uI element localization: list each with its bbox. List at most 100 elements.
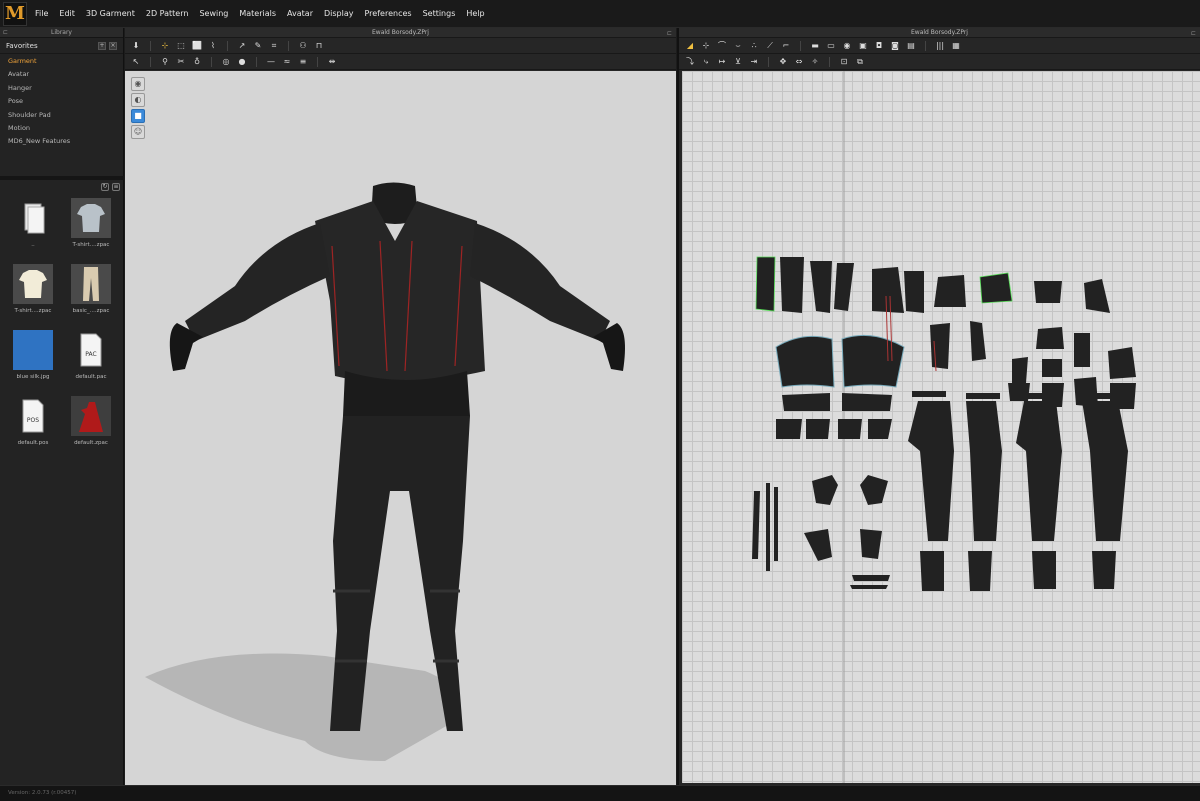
fold-icon[interactable]: ✥ bbox=[778, 57, 788, 67]
viewport-2d[interactable] bbox=[682, 71, 1200, 783]
favorite-item-md6-new-features[interactable]: MD6_New Features bbox=[0, 135, 123, 148]
select-mesh-icon[interactable]: ⬚ bbox=[176, 41, 186, 51]
slash-spread-icon[interactable]: ⌐ bbox=[781, 41, 791, 51]
menu-display[interactable]: Display bbox=[324, 9, 354, 18]
menu-help[interactable]: Help bbox=[466, 9, 484, 18]
menu-edit[interactable]: Edit bbox=[59, 9, 75, 18]
maximize-icon[interactable]: ⊏ bbox=[667, 29, 672, 39]
panel-3d-garment: Ewald Borsody.ZPrj ⊏ ⬇ ⊹ ⬚ ⬜ ⌇ ↗ ✎ ⌗ ⚇ ⊓… bbox=[125, 28, 676, 785]
arrange-icon[interactable]: ✧ bbox=[810, 57, 820, 67]
refresh-icon[interactable]: ↻ bbox=[101, 183, 109, 191]
file-item[interactable]: basic_....zpac bbox=[62, 262, 120, 324]
app-logo: M bbox=[3, 1, 27, 26]
collapse-icon[interactable]: ⊏ bbox=[3, 28, 8, 38]
free-sewing-icon[interactable]: ⤷ bbox=[701, 57, 711, 67]
favorite-item-motion[interactable]: Motion bbox=[0, 122, 123, 135]
trim-icon[interactable]: ≡ bbox=[298, 57, 308, 67]
menu-settings[interactable]: Settings bbox=[423, 9, 456, 18]
menu-materials[interactable]: Materials bbox=[239, 9, 276, 18]
library-title: Library bbox=[51, 29, 72, 36]
maximize-icon[interactable]: ⊏ bbox=[1191, 29, 1196, 39]
tshirt-white-thumb bbox=[13, 264, 53, 304]
favorite-item-hanger[interactable]: Hanger bbox=[0, 82, 123, 95]
circle-icon[interactable]: ◉ bbox=[842, 41, 852, 51]
file-item[interactable]: default.zpac bbox=[62, 394, 120, 456]
file-item[interactable]: T-shirt....zpac bbox=[62, 196, 120, 258]
pattern-piece bbox=[930, 323, 950, 369]
simulate-icon[interactable]: ⚲ bbox=[160, 57, 170, 67]
file-name: T-shirt....zpac bbox=[72, 242, 110, 248]
pattern-piece bbox=[842, 393, 892, 411]
viewport-3d[interactable]: ◉ ◐ ■ ☺ bbox=[125, 71, 676, 785]
favorite-item-garment[interactable]: Garment bbox=[0, 55, 123, 68]
pattern-piece bbox=[1016, 401, 1062, 541]
pattern-piece bbox=[1074, 333, 1090, 367]
pattern-piece bbox=[776, 419, 802, 439]
symmetry-icon[interactable]: ⇔ bbox=[794, 57, 804, 67]
curve-point-icon[interactable]: ⌣ bbox=[733, 41, 743, 51]
list-view-icon[interactable]: ≡ bbox=[112, 183, 120, 191]
favorite-item-pose[interactable]: Pose bbox=[0, 95, 123, 108]
toolbar-3d-row1: ⬇ ⊹ ⬚ ⬜ ⌇ ↗ ✎ ⌗ ⚇ ⊓ bbox=[125, 38, 676, 54]
toolbar-2d-row2: ⤵ ⤷ ↦ ⊻ ⇥ ✥ ⇔ ✧ ⊡ ⧉ bbox=[679, 54, 1200, 70]
grading-icon[interactable]: ▦ bbox=[951, 41, 961, 51]
point-icon[interactable]: ● bbox=[237, 57, 247, 67]
pattern-piece bbox=[908, 401, 954, 541]
segment-sewing-icon[interactable]: ⤵ bbox=[685, 57, 695, 67]
pattern-piece bbox=[752, 483, 778, 571]
menu-3d-garment[interactable]: 3D Garment bbox=[86, 9, 135, 18]
edit-curve-icon[interactable]: ⌒ bbox=[717, 41, 727, 51]
texture-edit-icon[interactable]: ⊡ bbox=[839, 57, 849, 67]
menu-sewing[interactable]: Sewing bbox=[199, 9, 228, 18]
file-item[interactable]: .. bbox=[4, 196, 62, 258]
edit-sewing-2d-icon[interactable]: ⇥ bbox=[749, 57, 759, 67]
folding-icon[interactable]: ⊓ bbox=[314, 41, 324, 51]
internal-rect-icon[interactable]: ◘ bbox=[874, 41, 884, 51]
zipper-icon[interactable]: ⇹ bbox=[327, 57, 337, 67]
menu-file[interactable]: File bbox=[35, 9, 48, 18]
seam-icon[interactable]: ♁ bbox=[192, 57, 202, 67]
favorite-item-shoulder-pad[interactable]: Shoulder Pad bbox=[0, 109, 123, 122]
add-point-icon[interactable]: ∴ bbox=[749, 41, 759, 51]
topstitch-icon[interactable]: ≈ bbox=[282, 57, 292, 67]
internal-circle-icon[interactable]: ◙ bbox=[890, 41, 900, 51]
folder-up-icon bbox=[13, 198, 53, 238]
brush-icon[interactable]: ✎ bbox=[253, 41, 263, 51]
dart-icon[interactable]: ▤ bbox=[906, 41, 916, 51]
pac-tag: PAC bbox=[85, 351, 96, 358]
check-sewing-icon[interactable]: ⊻ bbox=[733, 57, 743, 67]
add-favorite-icon[interactable]: + bbox=[98, 41, 106, 50]
file-item[interactable]: T-shirt....zpac bbox=[4, 262, 62, 324]
rectangle-icon[interactable]: ▭ bbox=[826, 41, 836, 51]
pin-icon[interactable]: ↗ bbox=[237, 41, 247, 51]
edit-sewing-icon[interactable]: ✂ bbox=[176, 57, 186, 67]
file-item[interactable]: POS default.pos bbox=[4, 394, 62, 456]
lasso-icon[interactable]: ⌇ bbox=[208, 41, 218, 51]
remove-favorite-icon[interactable]: × bbox=[109, 41, 117, 50]
select-move-icon[interactable]: ⬇ bbox=[131, 41, 141, 51]
graphic-icon[interactable]: ⧉ bbox=[855, 57, 865, 67]
favorite-item-avatar[interactable]: Avatar bbox=[0, 68, 123, 81]
menu-avatar[interactable]: Avatar bbox=[287, 9, 313, 18]
transform-pattern-icon[interactable]: ◢ bbox=[685, 41, 695, 51]
tack-icon[interactable]: ⌗ bbox=[269, 41, 279, 51]
pattern-piece bbox=[970, 321, 986, 361]
internal-polygon-icon[interactable]: ▣ bbox=[858, 41, 868, 51]
file-item[interactable]: blue silk.jpg bbox=[4, 328, 62, 390]
draw-segment-icon[interactable]: ↖ bbox=[131, 57, 141, 67]
pattern-piece bbox=[872, 267, 904, 313]
menu-2d-pattern[interactable]: 2D Pattern bbox=[146, 9, 189, 18]
menu-preferences[interactable]: Preferences bbox=[365, 9, 412, 18]
transform-icon[interactable]: ⊹ bbox=[160, 41, 170, 51]
mn-sewing-icon[interactable]: ↦ bbox=[717, 57, 727, 67]
file-item[interactable]: PAC default.pac bbox=[62, 328, 120, 390]
pattern-piece bbox=[904, 271, 924, 313]
avatar-measure-icon[interactable]: ⚇ bbox=[298, 41, 308, 51]
edit-curvature-icon[interactable]: ⟋ bbox=[765, 41, 775, 51]
box-select-icon[interactable]: ⬜ bbox=[192, 41, 202, 51]
edit-pattern-icon[interactable]: ⊹ bbox=[701, 41, 711, 51]
button-tool-icon[interactable]: ◎ bbox=[221, 57, 231, 67]
trace-icon[interactable]: ||| bbox=[935, 41, 945, 51]
polygon-icon[interactable]: ▬ bbox=[810, 41, 820, 51]
line-icon[interactable]: — bbox=[266, 57, 276, 67]
